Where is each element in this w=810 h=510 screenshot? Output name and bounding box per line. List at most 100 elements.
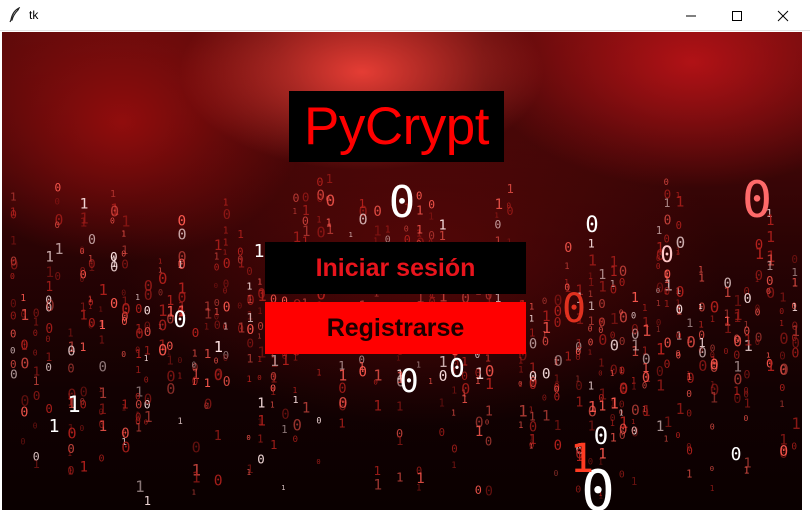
binary-digit: 1 — [246, 293, 253, 306]
binary-digit: 0 — [779, 442, 788, 460]
binary-digit-large: 0 — [660, 243, 673, 268]
binary-digit: 0 — [686, 408, 692, 419]
binary-digit: 1 — [121, 403, 126, 413]
binary-digit: 0 — [281, 407, 289, 423]
binary-digit: 1 — [710, 390, 718, 406]
binary-digit: 0 — [686, 442, 691, 452]
binary-digit: 1 — [257, 418, 262, 428]
binary-digit: 0 — [542, 367, 551, 383]
maximize-button[interactable] — [714, 0, 760, 31]
binary-digit: 1 — [779, 400, 784, 410]
binary-digit: 0 — [55, 270, 61, 283]
binary-digit: 0 — [20, 310, 26, 321]
binary-digit: 1 — [631, 417, 635, 426]
binary-digit: 1 — [451, 386, 457, 397]
binary-digit: 0 — [257, 452, 264, 467]
binary-digit: 0 — [192, 439, 201, 457]
binary-digit: 0 — [33, 329, 38, 339]
binary-digit: 0 — [664, 337, 672, 352]
binary-digit: 1 — [214, 429, 222, 444]
minimize-button[interactable] — [668, 0, 714, 31]
binary-digit: 0 — [507, 204, 514, 218]
binary-digit: 0 — [80, 398, 87, 412]
binary-digit: 0 — [121, 256, 129, 271]
binary-digit: 1 — [293, 385, 298, 395]
binary-digit: 1 — [246, 282, 252, 293]
login-button[interactable]: Iniciar sesión — [265, 242, 526, 294]
binary-digit: 1 — [664, 434, 669, 443]
binary-digit: 0 — [779, 383, 785, 394]
binary-digit: 0 — [214, 357, 219, 366]
binary-digit: 1 — [237, 257, 245, 272]
window-titlebar[interactable]: tk — [0, 0, 810, 31]
binary-digit: 1 — [67, 328, 73, 339]
binary-digit: 1 — [192, 468, 201, 486]
binary-digit: 0 — [316, 416, 321, 426]
binary-digit: 0 — [554, 438, 562, 454]
binary-digit: 0 — [135, 393, 140, 403]
binary-digit: 0 — [214, 473, 223, 490]
binary-digit: 0 — [237, 301, 242, 311]
binary-digit: 1 — [564, 348, 572, 363]
binary-digit: 1 — [281, 424, 287, 436]
binary-digit: 0 — [80, 245, 85, 255]
binary-digit: 1 — [223, 248, 227, 257]
binary-digit: 0 — [192, 375, 199, 388]
binary-digit: 1 — [10, 234, 17, 248]
binary-digit: 1 — [698, 336, 705, 350]
binary-digit: 1 — [518, 380, 522, 389]
binary-digit: 1 — [564, 262, 569, 272]
binary-digit: 0 — [710, 422, 715, 432]
binary-digit: 0 — [20, 405, 28, 420]
binary-digit: 1 — [724, 286, 732, 301]
binary-digit: 0 — [237, 322, 244, 335]
binary-digit: 1 — [744, 396, 751, 411]
binary-digit: 1 — [246, 375, 251, 385]
binary-digit: 1 — [656, 225, 662, 237]
close-button[interactable] — [760, 0, 806, 31]
binary-digit: 1 — [257, 307, 262, 317]
binary-digit: 1 — [766, 357, 775, 375]
binary-digit: 0 — [257, 373, 261, 382]
binary-digit: 0 — [135, 302, 142, 316]
binary-digit: 0 — [33, 449, 40, 463]
binary-digit: 1 — [223, 322, 229, 333]
binary-digit: 1 — [554, 374, 560, 386]
binary-digit: 1 — [518, 421, 523, 431]
binary-digit: 0 — [373, 204, 381, 220]
binary-digit: 1 — [686, 372, 692, 383]
binary-digit: 1 — [518, 402, 528, 421]
binary-digit: 0 — [214, 369, 222, 385]
binary-digit: 0 — [755, 304, 760, 314]
binary-digit: 1 — [67, 449, 72, 458]
binary-digit: 0 — [791, 442, 797, 453]
register-button[interactable]: Registrarse — [265, 302, 526, 354]
binary-digit: 1 — [316, 369, 321, 379]
binary-digit: 0 — [246, 266, 252, 278]
binary-digit: 1 — [293, 207, 298, 216]
binary-digit-large: 0 — [399, 362, 418, 400]
binary-digit: 0 — [80, 424, 85, 433]
binary-digit: 1 — [281, 484, 285, 492]
binary-digit: 0 — [619, 365, 625, 377]
binary-digit: 0 — [110, 249, 118, 264]
binary-digit: 1 — [529, 314, 534, 324]
binary-digit: 0 — [214, 281, 218, 290]
binary-digit: 0 — [246, 336, 254, 351]
binary-digit: 0 — [733, 391, 741, 407]
binary-digit: 0 — [451, 443, 457, 456]
binary-digit: 0 — [710, 360, 719, 376]
binary-digit: 0 — [676, 331, 682, 342]
binary-digit: 0 — [529, 378, 537, 393]
binary-digit: 1 — [178, 372, 183, 381]
binary-digit: 1 — [664, 415, 673, 431]
binary-digit: 0 — [631, 323, 639, 338]
binary-digit: 1 — [373, 398, 382, 414]
binary-digit: 0 — [485, 434, 492, 448]
binary-digit: 0 — [554, 469, 559, 478]
binary-digit: 0 — [755, 268, 763, 284]
binary-digit: 1 — [529, 302, 534, 312]
binary-digit: 1 — [326, 222, 335, 238]
binary-digit: 0 — [495, 219, 502, 232]
binary-digit: 1 — [518, 356, 523, 366]
